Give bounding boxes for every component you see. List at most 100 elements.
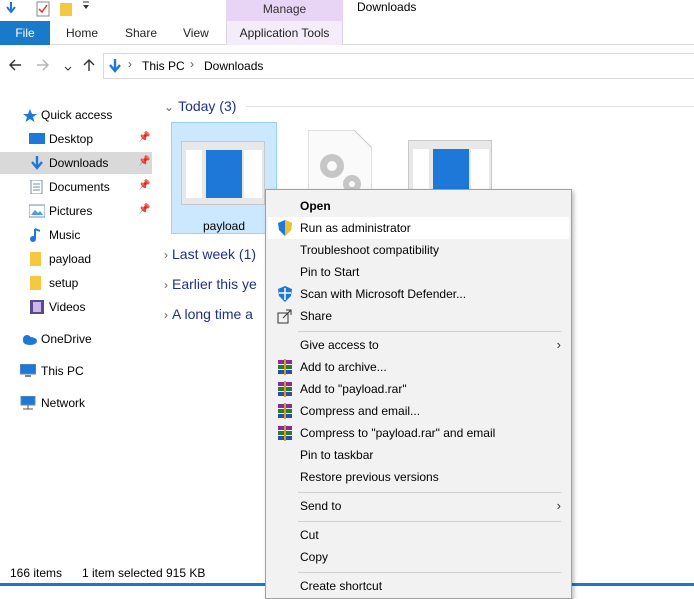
down-arrow-icon[interactable] [4,1,18,18]
group-label: Earlier this ye [172,276,257,292]
group-header-a-long-time-ago[interactable]: › A long time a [164,306,253,322]
menu-item-label: Add to "payload.rar" [300,382,407,396]
sidebar-item-downloads[interactable]: Downloads 📌 [0,152,152,174]
chevron-right-icon: › [164,248,168,262]
menu-item-label: Cut [300,528,319,542]
menu-item-scan-with-defender[interactable]: Scan with Microsoft Defender... [268,283,569,305]
shield-icon [277,220,293,236]
app-thumbnail-icon [181,141,265,205]
ribbon-tabs: File Home Share View Application Tools [0,21,694,45]
group-header-today[interactable]: ⌄ Today (3) [164,98,236,114]
menu-item-label: Troubleshoot compatibility [300,243,439,257]
sidebar-item-desktop[interactable]: Desktop 📌 [0,128,152,150]
cloud-icon [20,332,37,346]
menu-separator [298,331,561,332]
group-header-last-week[interactable]: › Last week (1) [164,246,256,262]
window-title: Downloads [357,0,417,14]
menu-item-compress-to-payload-rar-and-email[interactable]: Compress to "payload.rar" and email [268,422,569,444]
download-icon [29,156,45,170]
title-bar: Manage Downloads [0,0,694,21]
file-item-payload[interactable]: payload [171,122,277,234]
tab-home[interactable]: Home [66,21,98,45]
sidebar-item-setup[interactable]: setup [0,272,152,294]
sidebar-item-this-pc[interactable]: This PC [0,360,152,382]
winrar-icon [277,381,293,397]
menu-item-pin-to-start[interactable]: Pin to Start [268,261,569,283]
menu-item-send-to[interactable]: Send to › [268,495,569,517]
sidebar-item-payload[interactable]: payload [0,248,152,270]
group-label: Today (3) [178,98,237,114]
sidebar-item-documents[interactable]: Documents 📌 [0,176,152,198]
sidebar-item-videos[interactable]: Videos [0,296,152,318]
sidebar-item-label: Downloads [49,156,109,170]
share-icon [277,308,293,324]
folder-icon [29,276,45,290]
menu-item-label: Copy [300,550,329,564]
forward-icon[interactable] [36,58,50,74]
menu-item-copy[interactable]: Copy [268,546,569,568]
sidebar-item-network[interactable]: Network [0,392,152,414]
group-label: Last week (1) [172,246,257,262]
breadcrumb-separator-icon[interactable]: › [190,57,194,71]
manage-tab[interactable]: Manage [226,0,343,21]
tab-view[interactable]: View [183,21,209,45]
breadcrumb-this-pc[interactable]: This PC [142,59,185,73]
navigation-bar: › This PC › Downloads [0,46,694,86]
recent-locations-chevron-icon[interactable] [64,60,72,74]
breadcrumb-downloads[interactable]: Downloads [204,59,263,73]
menu-item-restore-previous-versions[interactable]: Restore previous versions [268,466,569,488]
selection-count: 1 item selected [82,566,163,580]
menu-item-run-as-administrator[interactable]: Run as administrator [268,217,569,239]
documents-icon [29,179,45,195]
breadcrumb-separator-icon[interactable]: › [128,57,132,71]
menu-item-label: Open [300,199,331,213]
sidebar-item-label: Network [41,396,86,410]
address-bar[interactable]: › This PC › Downloads [103,53,694,79]
tab-share[interactable]: Share [125,21,157,45]
new-folder-icon[interactable] [60,1,74,20]
defender-icon [277,286,293,302]
tab-file[interactable]: File [0,21,50,45]
customize-dropdown-icon[interactable] [82,0,90,15]
sidebar-item-label: Quick access [41,108,113,122]
sidebar-item-label: Music [49,228,81,242]
network-icon [20,395,36,410]
menu-item-open[interactable]: Open [268,195,569,217]
winrar-icon [277,359,293,375]
sidebar-item-label: This PC [41,364,84,378]
menu-item-cut[interactable]: Cut [268,524,569,546]
tab-application-tools[interactable]: Application Tools [226,21,343,45]
pictures-icon [28,204,46,218]
menu-item-compress-and-email[interactable]: Compress and email... [268,400,569,422]
chevron-right-icon: › [164,308,168,322]
menu-item-label: Scan with Microsoft Defender... [300,287,467,301]
sidebar-item-pictures[interactable]: Pictures 📌 [0,200,152,222]
menu-item-add-to-archive[interactable]: Add to archive... [268,356,569,378]
group-header-earlier-this-year[interactable]: › Earlier this ye [164,276,257,292]
sidebar-item-onedrive[interactable]: OneDrive [0,328,152,350]
menu-item-add-to-payload-rar[interactable]: Add to "payload.rar" [268,378,569,400]
pin-icon: 📌 [138,180,151,191]
menu-item-give-access-to[interactable]: Give access to › [268,334,569,356]
back-icon[interactable] [8,58,22,74]
sidebar-item-label: Pictures [49,204,93,218]
sidebar-item-music[interactable]: Music [0,224,152,246]
group-label: A long time a [172,306,253,322]
menu-item-label: Compress to "payload.rar" and email [300,426,496,440]
sidebar-item-label: payload [49,252,92,266]
menu-item-create-shortcut[interactable]: Create shortcut [268,575,569,597]
sidebar-item-quick-access[interactable]: Quick access [0,104,152,126]
menu-item-label: Create shortcut [300,579,383,593]
menu-item-pin-to-taskbar[interactable]: Pin to taskbar [268,444,569,466]
menu-item-label: Send to [300,499,342,513]
up-icon[interactable] [82,58,96,74]
properties-icon[interactable] [36,1,50,20]
menu-item-troubleshoot-compatibility[interactable]: Troubleshoot compatibility [268,239,569,261]
pin-icon: 📌 [138,204,151,215]
menu-item-share[interactable]: Share [268,305,569,327]
sidebar-item-label: Desktop [49,132,94,146]
menu-item-label: Add to archive... [300,360,387,374]
item-count: 166 items [10,566,63,580]
group-divider [246,106,694,107]
pin-icon: 📌 [138,156,151,167]
